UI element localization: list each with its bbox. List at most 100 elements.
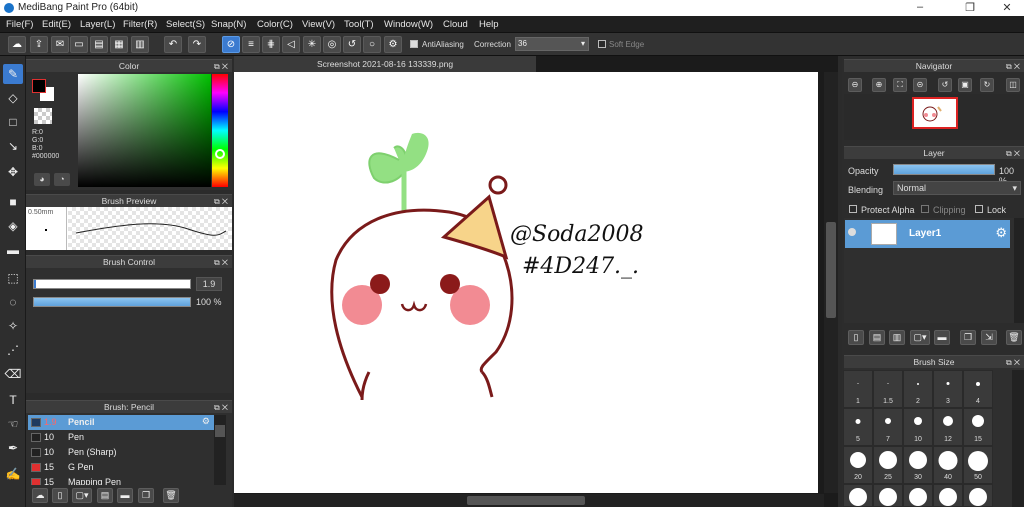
undo-icon[interactable]: ↶ [164,36,182,53]
hand-tool-icon[interactable]: ✍ [3,464,23,484]
document-tab[interactable]: Screenshot 2021-08-16 133339.png [234,56,536,72]
clipping-checkbox[interactable] [921,205,929,213]
brush-size-row-more[interactable] [873,484,903,507]
menu-edit[interactable]: Edit(E) [42,19,71,30]
hue-slider[interactable] [212,74,228,187]
blending-dropdown[interactable]: Normal ▾ [893,181,1021,195]
operation-tool-icon[interactable]: ☜ [3,414,23,434]
brush-size-value[interactable]: 1.9 [196,277,222,291]
antialiasing-checkbox[interactable] [410,40,418,48]
layer-row-layer1[interactable]: Layer1 ⚙ [845,220,1010,248]
zoom-reset-icon[interactable]: ⊝ [913,78,927,92]
soft-edge-checkbox[interactable] [598,40,606,48]
brush-item-pencil[interactable]: 1.9 Pencil ⚙ [28,415,214,430]
menu-snap[interactable]: Snap(N) [211,19,246,30]
move-tool-icon[interactable]: ✥ [3,162,23,182]
layer-folder-icon[interactable]: ▬ [934,330,950,345]
new-halftone-layer-icon[interactable]: ▤ [869,330,885,345]
rotate-right-icon[interactable]: ↻ [980,78,994,92]
menu-tool[interactable]: Tool(T) [344,19,374,30]
redo-icon[interactable]: ↷ [188,36,206,53]
brush-size-12[interactable]: 12 [933,408,963,446]
curve-snap-icon[interactable]: ↺ [343,36,361,53]
circle-snap-icon[interactable]: ○ [363,36,381,53]
rotate-left-icon[interactable]: ↺ [938,78,952,92]
delete-layer-icon[interactable]: 🗑 [1006,330,1022,345]
panel-close-icon[interactable]: ⧉ ✕ [1006,60,1020,73]
menu-help[interactable]: Help [479,19,499,30]
text-tool-icon[interactable]: T [3,390,23,410]
palette-icon[interactable]: ◕ [34,173,50,186]
menu-select[interactable]: Select(S) [166,19,205,30]
brush-item-g-pen[interactable]: 15 G Pen [28,460,214,475]
select-eraser-icon[interactable]: ⌫ [3,364,23,384]
brush-size-20[interactable]: 20 [843,446,873,484]
duplicate-layer-icon[interactable]: ❐ [960,330,976,345]
brush-item-pen-sharp[interactable]: 10 Pen (Sharp) [28,445,214,460]
settings-gear-icon[interactable]: ⚙ [384,36,402,53]
brush-list-scrollbar[interactable] [214,415,226,485]
correction-dropdown[interactable]: 36 ▾ [515,37,589,51]
brush-size-2[interactable]: 2 [903,370,933,408]
brush-size-slider[interactable] [33,279,191,289]
menu-filter[interactable]: Filter(R) [123,19,157,30]
close-button[interactable]: ✕ [992,1,1022,14]
brush-size-row-more[interactable] [843,484,873,507]
book-icon[interactable]: ▥ [131,36,149,53]
navigator-thumbnail[interactable] [912,97,958,129]
brush-size-10[interactable]: 10 [903,408,933,446]
duplicate-icon[interactable]: ❐ [138,488,154,503]
gradient-tool-icon[interactable]: ▬ [3,240,23,260]
saturation-value-picker[interactable] [78,74,211,187]
fit-screen-icon[interactable]: ⛶ [893,78,907,92]
panel-close-icon[interactable]: ⧉ ✕ [1006,147,1020,160]
fill-rect-tool-icon[interactable]: ■ [3,192,23,212]
eyedropper-tool-icon[interactable]: ✒ [3,438,23,458]
zoom-in-icon[interactable]: ⊕ [872,78,886,92]
brush-size-scrollbar[interactable] [1012,370,1024,507]
brush-item-mapping-pen[interactable]: 15 Mapping Pen [28,475,214,485]
brush-opacity-slider[interactable] [33,297,191,307]
transparent-color-swatch[interactable] [34,108,52,124]
select-pen-icon[interactable]: ⋰ [3,340,23,360]
bucket-tool-icon[interactable]: ◈ [3,216,23,236]
cloud-icon[interactable]: ☁ [8,36,26,53]
radial-snap-icon[interactable]: ✳ [303,36,321,53]
grid-document-icon[interactable]: ▦ [110,36,128,53]
add-brush-cloud-icon[interactable]: ☁ [32,488,48,503]
layer-menu-icon[interactable]: ▢▾ [910,330,930,345]
maximize-button[interactable]: ❐ [955,1,985,14]
trash-icon[interactable]: 🗑 [163,488,179,503]
eraser-tool-icon[interactable]: ◇ [3,88,23,108]
vanishing-point-icon[interactable]: ◁ [282,36,300,53]
menu-view[interactable]: View(V) [302,19,335,30]
zoom-out-icon[interactable]: ⊖ [848,78,862,92]
rectangle-select-icon[interactable]: □ [3,112,23,132]
merge-layer-icon[interactable]: ⇲ [981,330,997,345]
layer-opacity-slider[interactable] [893,164,995,175]
brush-menu-icon[interactable]: ▢▾ [72,488,92,503]
menu-layer[interactable]: Layer(L) [80,19,115,30]
brush-size-4[interactable]: 4 [963,370,993,408]
protect-alpha-checkbox[interactable] [849,205,857,213]
brush-document-icon[interactable]: ▤ [97,488,113,503]
comment-icon[interactable]: ✉ [51,36,69,53]
gear-icon[interactable]: ⚙ [995,225,1007,241]
new-brush-icon[interactable]: ▯ [52,488,68,503]
gear-icon[interactable]: ⚙ [202,416,210,427]
brush-size-30[interactable]: 30 [903,446,933,484]
minimize-button[interactable]: – [905,1,935,13]
lock-checkbox[interactable] [975,205,983,213]
brush-size-15[interactable]: 15 [963,408,993,446]
magic-wand-icon[interactable]: ✧ [3,316,23,336]
canvas-vertical-scroll-thumb[interactable] [826,222,836,318]
document-icon[interactable]: ▤ [90,36,108,53]
canvas-horizontal-scroll-thumb[interactable] [467,496,585,505]
brush-tool-icon[interactable]: ✎ [3,64,23,84]
chat-icon[interactable]: ▭ [70,36,88,53]
menu-window[interactable]: Window(W) [384,19,433,30]
new-layer-icon[interactable]: ▯ [848,330,864,345]
select-tool-icon[interactable]: ⬚ [3,268,23,288]
hue-handle[interactable] [215,149,225,159]
menu-cloud[interactable]: Cloud [443,19,468,30]
